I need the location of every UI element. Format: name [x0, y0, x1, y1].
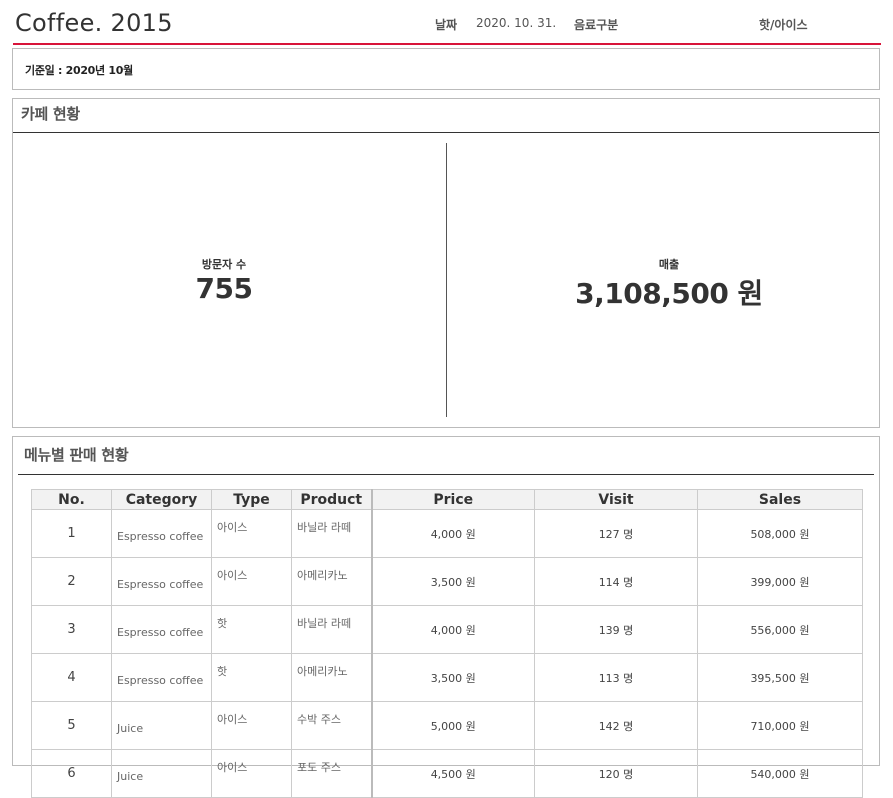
column-header-category[interactable]: Category [111, 489, 212, 510]
cell-visit: 114 명 [534, 557, 698, 606]
cell-type: 아이스 [211, 701, 292, 750]
cell-product: 포도 주스 [291, 749, 373, 798]
cell-price: 3,500 원 [371, 653, 535, 702]
cell-no: 5 [31, 701, 112, 750]
cell-category: Juice [111, 701, 212, 750]
cell-type: 아이스 [211, 509, 292, 558]
cell-no: 1 [31, 509, 112, 558]
cell-no: 4 [31, 653, 112, 702]
visitors-kpi: 방문자 수 755 [74, 256, 374, 305]
cell-category: Espresso coffee [111, 605, 212, 654]
drink-type-label: 음료구분 [574, 18, 619, 32]
section-divider [13, 132, 879, 133]
column-header-visit[interactable]: Visit [534, 489, 698, 510]
cell-type: 핫 [211, 605, 292, 654]
cell-category: Espresso coffee [111, 653, 212, 702]
cell-sales: 540,000 원 [697, 749, 863, 798]
cell-sales: 556,000 원 [697, 605, 863, 654]
cell-no: 3 [31, 605, 112, 654]
basis-date-panel: 기준일 : 2020년 10월 [12, 48, 880, 90]
table-row: 5 Juice 아이스 수박 주스 5,000 원 142 명 710,000 … [31, 701, 863, 750]
kpi-divider [446, 143, 447, 417]
cell-visit: 120 명 [534, 749, 698, 798]
cafe-status-panel: 카페 현황 방문자 수 755 매출 3,108,500 원 [12, 98, 880, 428]
cell-type: 아이스 [211, 557, 292, 606]
cell-type: 아이스 [211, 749, 292, 798]
sales-kpi: 매출 3,108,500 원 [519, 256, 819, 312]
cell-sales: 710,000 원 [697, 701, 863, 750]
table-row: 6 Juice 아이스 포도 주스 4,500 원 120 명 540,000 … [31, 749, 863, 798]
table-row: 2 Espresso coffee 아이스 아메리카노 3,500 원 114 … [31, 557, 863, 606]
cell-product: 아메리카노 [291, 557, 373, 606]
column-header-type[interactable]: Type [211, 489, 292, 510]
cell-product: 바닐라 라떼 [291, 605, 373, 654]
table-row: 4 Espresso coffee 핫 아메리카노 3,500 원 113 명 … [31, 653, 863, 702]
menu-sales-panel: 메뉴별 판매 현황 No. Category Type Product Pric… [12, 436, 880, 798]
cell-product: 수박 주스 [291, 701, 373, 750]
drink-type-value[interactable]: 핫/아이스 [759, 16, 808, 33]
table-row: 3 Espresso coffee 핫 바닐라 라떼 4,000 원 139 명… [31, 605, 863, 654]
cell-no: 2 [31, 557, 112, 606]
date-label: 날짜 [435, 18, 458, 32]
column-header-product[interactable]: Product [291, 489, 373, 510]
page-header: Coffee. 2015 날짜 2020. 10. 31. 음료구분 핫/아이스 [13, 0, 881, 45]
cell-type: 핫 [211, 653, 292, 702]
column-header-sales[interactable]: Sales [697, 489, 863, 510]
cell-price: 4,000 원 [371, 509, 535, 558]
table-row: 1 Espresso coffee 아이스 바닐라 라떼 4,000 원 127… [31, 509, 863, 558]
cell-no: 6 [31, 749, 112, 798]
table-header-row: No. Category Type Product Price Visit Sa… [31, 489, 863, 510]
cell-visit: 139 명 [534, 605, 698, 654]
cell-product: 바닐라 라떼 [291, 509, 373, 558]
visitors-label: 방문자 수 [201, 258, 247, 271]
menu-sales-table: No. Category Type Product Price Visit Sa… [31, 489, 863, 798]
cell-sales: 508,000 원 [697, 509, 863, 558]
column-header-price[interactable]: Price [371, 489, 535, 510]
cell-visit: 113 명 [534, 653, 698, 702]
cafe-status-title: 카페 현황 [21, 105, 80, 123]
cell-visit: 127 명 [534, 509, 698, 558]
cell-category: Espresso coffee [111, 557, 212, 606]
basis-date-text: 기준일 : 2020년 10월 [25, 64, 133, 77]
section-divider [18, 474, 874, 475]
visitors-value: 755 [195, 272, 253, 305]
sales-value: 3,108,500 원 [575, 277, 763, 310]
cell-price: 5,000 원 [371, 701, 535, 750]
app-title: Coffee. 2015 [15, 9, 173, 37]
cell-sales: 395,500 원 [697, 653, 863, 702]
menu-sales-title: 메뉴별 판매 현황 [24, 446, 129, 464]
cell-product: 아메리카노 [291, 653, 373, 702]
column-header-no[interactable]: No. [31, 489, 112, 510]
cell-category: Juice [111, 749, 212, 798]
cell-category: Espresso coffee [111, 509, 212, 558]
cell-price: 4,500 원 [371, 749, 535, 798]
sales-label: 매출 [658, 258, 680, 271]
date-value[interactable]: 2020. 10. 31. [476, 16, 556, 30]
cell-price: 3,500 원 [371, 557, 535, 606]
cell-visit: 142 명 [534, 701, 698, 750]
cell-price: 4,000 원 [371, 605, 535, 654]
cell-sales: 399,000 원 [697, 557, 863, 606]
